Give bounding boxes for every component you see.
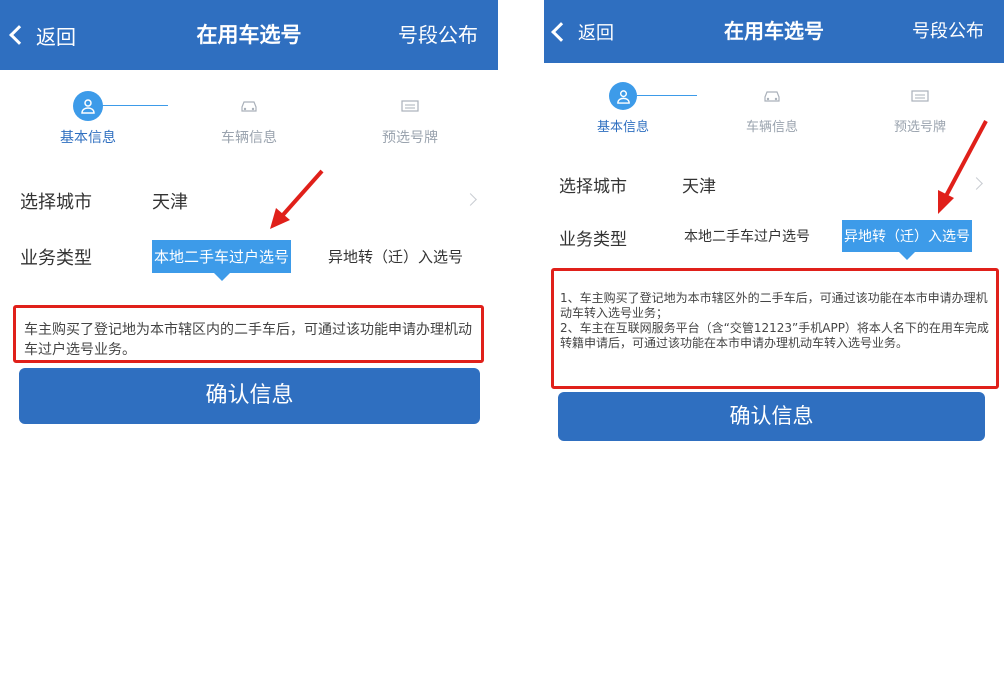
city-value[interactable]: 天津: [152, 188, 188, 214]
car-icon: [234, 91, 264, 121]
user-icon: [73, 91, 103, 121]
chevron-left-icon: [551, 21, 571, 42]
left-screen: 返回 在用车选号 号段公布 基本信息 车辆信息 预选号牌 选择城市 天津 业务类…: [0, 0, 498, 678]
option-local-transfer[interactable]: 本地二手车过户选号: [682, 220, 812, 252]
back-button[interactable]: 返回: [551, 0, 614, 63]
step-vehicle-info: 车辆信息: [732, 82, 812, 135]
step-basic-info-label: 基本信息: [596, 120, 649, 135]
step-basic-info: 基本信息: [583, 82, 663, 135]
step-vehicle-info-label: 车辆信息: [221, 130, 277, 146]
step-basic-info: 基本信息: [48, 91, 128, 147]
number-segment-button[interactable]: 号段公布: [912, 0, 984, 63]
option-local-transfer[interactable]: 本地二手车过户选号: [152, 240, 292, 281]
back-label: 返回: [578, 22, 614, 44]
car-icon: [758, 82, 786, 110]
confirm-button[interactable]: 确认信息: [558, 392, 985, 441]
city-label: 选择城市: [559, 177, 627, 197]
back-label: 返回: [36, 24, 76, 49]
plate-icon: [395, 91, 425, 121]
business-type-label: 业务类型: [559, 230, 627, 250]
back-button[interactable]: 返回: [9, 0, 76, 70]
notice-box: 1、车主购买了登记地为本市辖区外的二手车后，可通过该功能在本市申请办理机动车转入…: [551, 268, 999, 389]
left-header: 返回 在用车选号 号段公布: [0, 0, 498, 70]
notice-box: 车主购买了登记地为本市辖区内的二手车后，可通过该功能申请办理机动车过户选号业务。: [13, 305, 484, 363]
red-annotation-arrow: [938, 120, 988, 214]
chevron-right-icon[interactable]: [464, 193, 477, 206]
notice-line-2: 2、车主在互联网服务平台（含“交管12123”手机APP）将本人名下的在用车完成…: [560, 321, 989, 350]
step-preselect-plate: 预选号牌: [370, 91, 450, 147]
step-preselect-plate-label: 预选号牌: [382, 130, 438, 146]
chevron-left-icon: [9, 25, 29, 45]
notice-text: 车主购买了登记地为本市辖区内的二手车后，可通过该功能申请办理机动车过户选号业务。: [24, 322, 472, 358]
city-label: 选择城市: [20, 192, 92, 213]
number-segment-button[interactable]: 号段公布: [398, 0, 478, 70]
right-header: 返回 在用车选号 号段公布: [544, 0, 1004, 63]
user-icon: [609, 82, 637, 110]
plate-icon: [906, 82, 934, 110]
notice-line-1: 1、车主购买了登记地为本市辖区外的二手车后，可通过该功能在本市申请办理机动车转入…: [560, 291, 988, 320]
step-basic-info-label: 基本信息: [60, 130, 116, 146]
step-vehicle-info: 车辆信息: [209, 91, 289, 147]
red-annotation-arrow: [270, 169, 324, 229]
option-remote-transfer-in[interactable]: 异地转（迁）入选号: [326, 240, 465, 273]
business-type-label: 业务类型: [20, 248, 92, 269]
confirm-button[interactable]: 确认信息: [19, 368, 480, 424]
step-vehicle-info-label: 车辆信息: [745, 120, 798, 135]
right-screen: 返回 在用车选号 号段公布 基本信息 车辆信息 预选号牌 选择城市 天津 业务类…: [544, 0, 1004, 678]
option-remote-transfer-in[interactable]: 异地转（迁）入选号: [842, 220, 972, 260]
city-value[interactable]: 天津: [682, 172, 716, 197]
